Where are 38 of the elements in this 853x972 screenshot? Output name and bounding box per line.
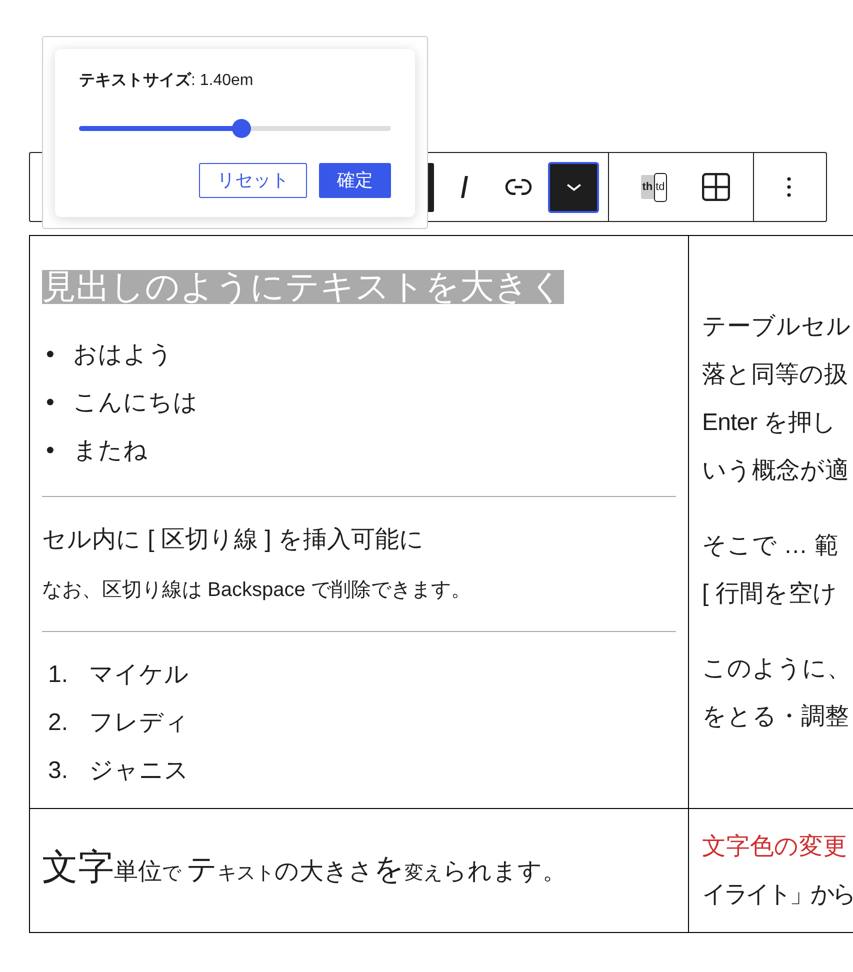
list-item-text: ジャニス (89, 756, 189, 786)
text-size-label: テキストサイズ: 1.40em (79, 71, 254, 91)
paragraph-line: いう概念が適 (702, 456, 849, 486)
link-icon (504, 179, 532, 195)
dropdown-button[interactable] (548, 162, 599, 212)
slider-thumb[interactable] (232, 119, 251, 138)
note-text: なお、区切り線は Backspace で削除できます。 (42, 578, 471, 603)
chevron-down-icon (566, 184, 580, 190)
list-bullet: • (45, 436, 56, 466)
table-grid-icon (702, 173, 730, 201)
more-vertical-icon (787, 177, 791, 197)
paragraph-line: Enter を押し (702, 408, 836, 438)
paragraph-line: をとる・調整 (702, 702, 849, 732)
paragraph-line: このように、 (702, 654, 851, 684)
sentence-text: 文字単位で テ キスト の大きさ を 変え られます。 (42, 844, 566, 888)
list-bullet: • (45, 388, 56, 418)
list-item-text: こんにちは (73, 388, 198, 418)
reset-button[interactable]: リセット (199, 163, 307, 198)
heading-text: 見出しのようにテキストを大きく (42, 270, 564, 304)
paragraph-text: セル内に [ 区切り線 ] を挿入可能に (42, 525, 424, 555)
header-toggle-button[interactable]: th td (630, 163, 678, 211)
list-item-text: マイケル (89, 660, 189, 690)
paragraph-line: そこで … 範 (702, 531, 838, 561)
list-item-text: フレディ (89, 708, 189, 738)
italic-icon (460, 176, 468, 198)
list-number: 1. (47, 660, 70, 690)
paragraph-line: 文字色の変更 (702, 832, 847, 862)
paragraph-line: 落と同等の扱 (702, 360, 848, 390)
list-item-text: またね (73, 436, 148, 466)
list-number: 3. (47, 756, 70, 786)
text-size-slider[interactable] (79, 118, 391, 138)
list-item-text: おはよう (73, 340, 173, 370)
list-number: 2. (47, 708, 70, 738)
list-bullet: • (45, 340, 56, 370)
paragraph-line: イライト」から (702, 880, 853, 910)
confirm-button[interactable]: 確定 (319, 163, 391, 198)
paragraph-line: [ 行間を空け (702, 579, 838, 609)
paragraph-line: テーブルセル (702, 312, 851, 342)
